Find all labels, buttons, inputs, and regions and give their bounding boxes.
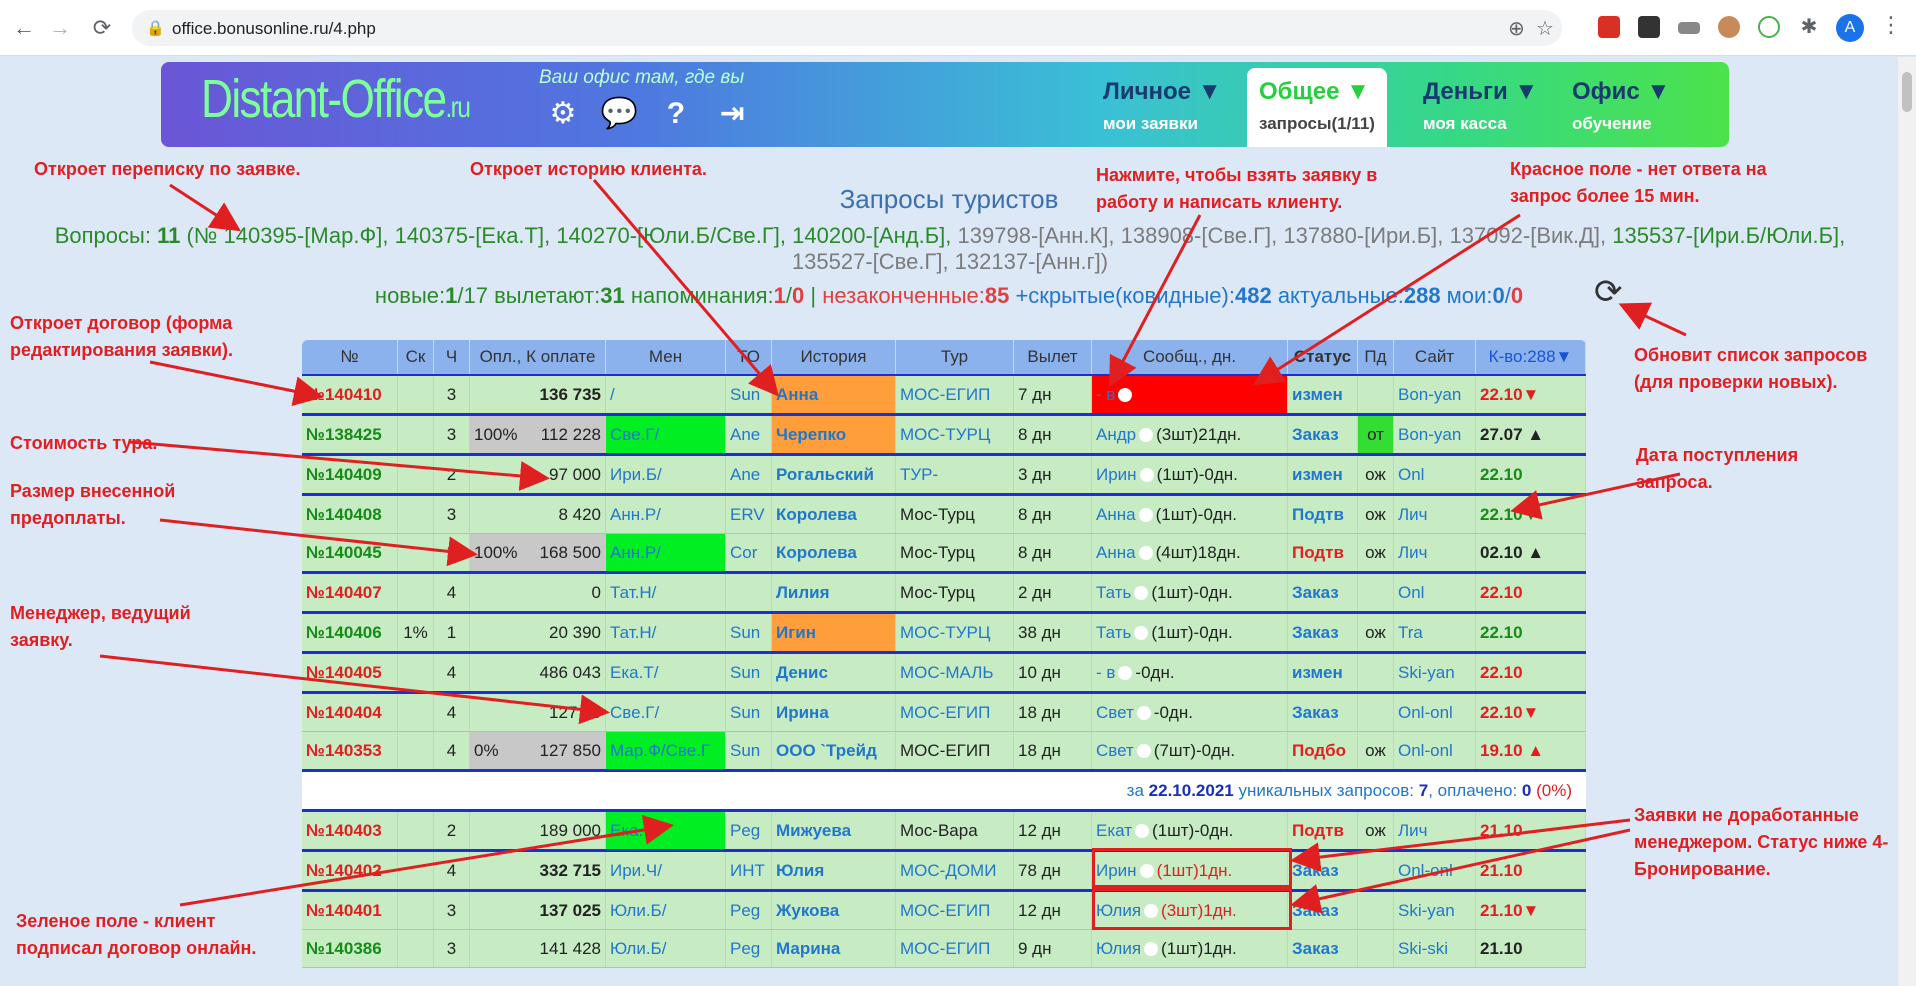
annotation-arrows <box>99 179 1687 914</box>
